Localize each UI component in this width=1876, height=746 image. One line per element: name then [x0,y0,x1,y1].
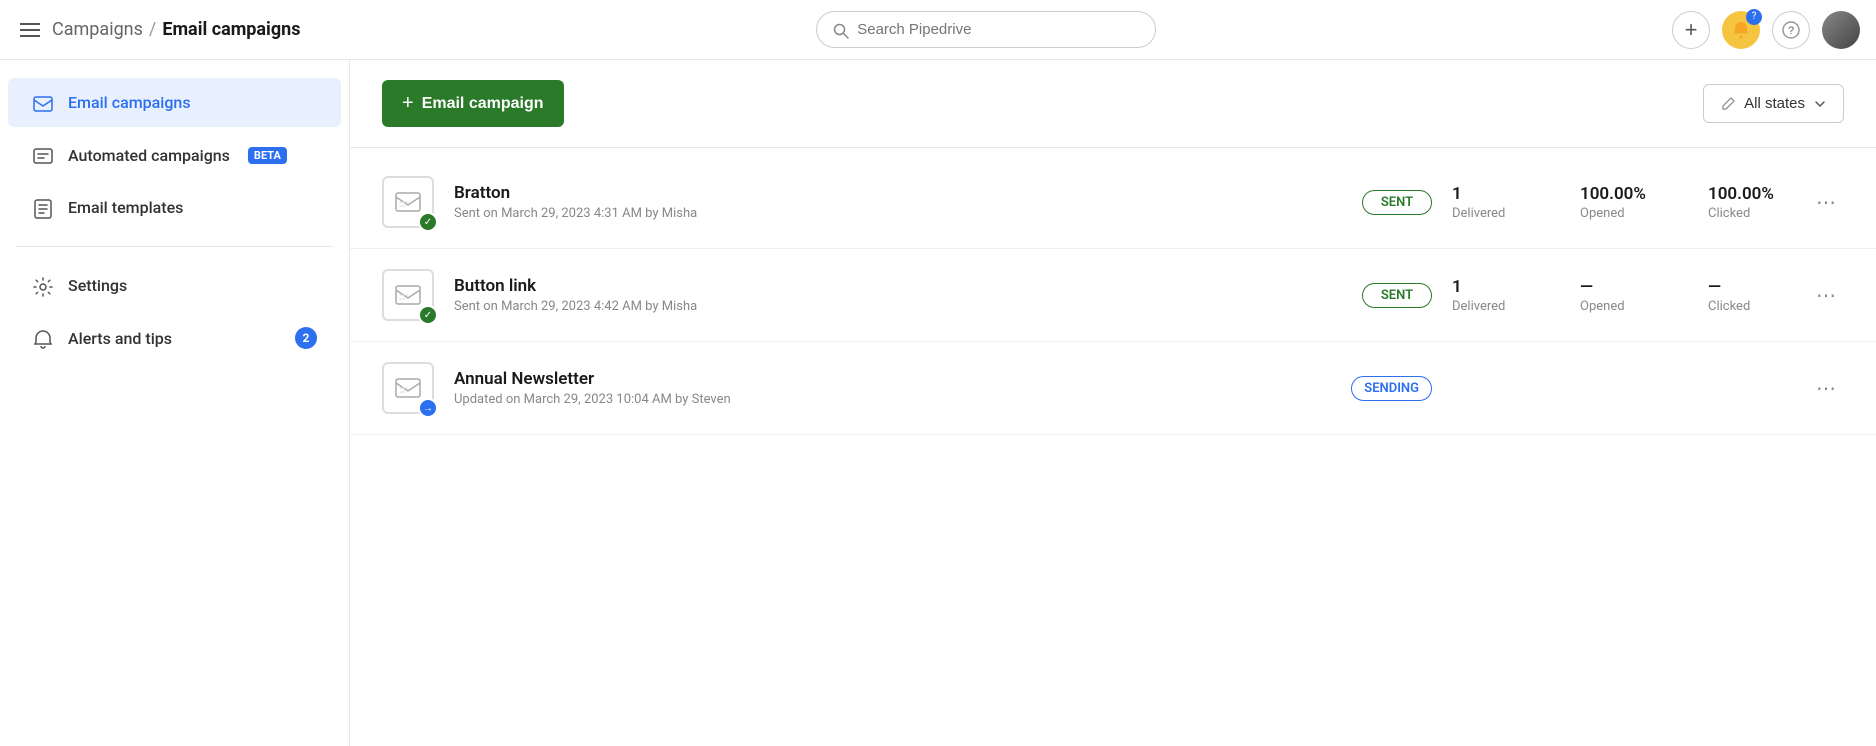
menu-icon[interactable] [16,19,44,41]
stat-opened-label: Opened [1580,206,1660,221]
breadcrumb-current: Email campaigns [162,19,300,40]
email-templates-icon [32,195,54,220]
stat-clicked: — Clicked [1708,277,1788,314]
stat-opened-value: — [1580,277,1660,297]
more-options-button[interactable]: ⋯ [1808,279,1844,312]
navbar-left: Campaigns / Email campaigns [16,19,300,41]
campaign-icon-wrap: → [382,362,434,414]
campaign-subtitle: Sent on March 29, 2023 4:31 AM by Misha [454,206,1342,221]
sidebar-item-email-campaigns[interactable]: Email campaigns [8,78,341,127]
campaign-name: Button link [454,276,1342,296]
plus-icon: + [402,92,414,115]
search-bar[interactable] [816,11,1156,48]
stat-clicked: 100.00% Clicked [1708,184,1788,221]
sidebar-alerts-label: Alerts and tips [68,329,172,348]
status-dot-sent: ✓ [418,305,438,325]
status-dot-sent: ✓ [418,212,438,232]
more-options-button[interactable]: ⋯ [1808,186,1844,219]
stat-clicked-label: Clicked [1708,206,1788,221]
sidebar-divider [16,246,333,247]
sidebar-settings-label: Settings [68,276,127,295]
chevron-down-icon [1813,95,1827,112]
navbar-actions: + ? ? [1672,11,1860,49]
svg-text:?: ? [1788,25,1794,37]
campaign-badge: SENDING [1351,376,1432,401]
settings-icon [32,273,54,298]
breadcrumb-separator: / [149,19,156,40]
edit-icon [1720,95,1736,112]
stat-delivered [1452,387,1532,389]
content-area: + Email campaign All states [350,60,1876,746]
stat-opened: 100.00% Opened [1580,184,1660,221]
sidebar-item-alerts-tips[interactable]: Alerts and tips 2 [8,314,341,363]
campaign-name: Annual Newsletter [454,369,1331,389]
filter-button[interactable]: All states [1703,84,1844,123]
campaign-info: Button link Sent on March 29, 2023 4:42 … [454,276,1342,314]
beta-badge: BETA [248,147,287,164]
add-campaign-button[interactable]: + Email campaign [382,80,564,127]
search-input[interactable] [857,21,1139,38]
automated-campaigns-icon [32,143,54,168]
add-button[interactable]: + [1672,11,1710,49]
stat-clicked-value: — [1708,277,1788,297]
status-dot-sending: → [418,398,438,418]
stat-delivered-value: 1 [1452,184,1532,204]
stat-clicked [1708,387,1788,389]
sidebar: Email campaigns Automated campaigns BETA… [0,60,350,746]
breadcrumb: Campaigns / Email campaigns [52,19,300,40]
stat-delivered-label: Delivered [1452,299,1532,314]
campaign-list: ✓ Bratton Sent on March 29, 2023 4:31 AM… [350,148,1876,746]
sidebar-email-campaigns-label: Email campaigns [68,93,191,112]
stat-delivered-label: Delivered [1452,206,1532,221]
stat-clicked-label: Clicked [1708,299,1788,314]
notification-button[interactable]: ? [1722,11,1760,49]
campaign-subtitle: Sent on March 29, 2023 4:42 AM by Misha [454,299,1342,314]
sidebar-automated-label: Automated campaigns [68,146,230,165]
stat-opened: — Opened [1580,277,1660,314]
campaign-info: Bratton Sent on March 29, 2023 4:31 AM b… [454,183,1342,221]
campaign-info: Annual Newsletter Updated on March 29, 2… [454,369,1331,407]
table-row[interactable]: ✓ Bratton Sent on March 29, 2023 4:31 AM… [350,156,1876,249]
main-layout: Email campaigns Automated campaigns BETA… [0,60,1876,746]
stat-opened [1580,387,1660,389]
help-button[interactable]: ? [1772,11,1810,49]
email-campaigns-icon [32,90,54,115]
add-campaign-label: Email campaign [422,95,544,113]
campaign-subtitle: Updated on March 29, 2023 10:04 AM by St… [454,392,1331,407]
more-options-button[interactable]: ⋯ [1808,372,1844,405]
alerts-icon [32,326,54,351]
sidebar-item-automated-campaigns[interactable]: Automated campaigns BETA [8,131,341,180]
content-header: + Email campaign All states [350,60,1876,148]
campaign-stats [1452,387,1788,389]
campaign-stats: 1 Delivered — Opened — Clicked [1452,277,1788,314]
stat-delivered: 1 Delivered [1452,184,1532,221]
notification-badge: ? [1746,9,1762,25]
sidebar-item-settings[interactable]: Settings [8,261,341,310]
navbar-center [300,11,1672,48]
stat-clicked-value: 100.00% [1708,184,1788,204]
campaign-stats: 1 Delivered 100.00% Opened 100.00% Click… [1452,184,1788,221]
search-icon [833,20,849,39]
campaign-name: Bratton [454,183,1342,203]
table-row[interactable]: ✓ Button link Sent on March 29, 2023 4:4… [350,249,1876,342]
table-row[interactable]: → Annual Newsletter Updated on March 29,… [350,342,1876,435]
navbar: Campaigns / Email campaigns + ? [0,0,1876,60]
sidebar-item-email-templates[interactable]: Email templates [8,183,341,232]
avatar[interactable] [1822,11,1860,49]
alerts-badge: 2 [295,327,317,349]
campaign-icon-wrap: ✓ [382,269,434,321]
campaign-badge: SENT [1362,190,1432,215]
stat-delivered: 1 Delivered [1452,277,1532,314]
filter-label: All states [1744,95,1805,112]
campaign-badge: SENT [1362,283,1432,308]
stat-delivered-value: 1 [1452,277,1532,297]
stat-opened-value: 100.00% [1580,184,1660,204]
breadcrumb-parent[interactable]: Campaigns [52,19,143,40]
stat-opened-label: Opened [1580,299,1660,314]
campaign-icon-wrap: ✓ [382,176,434,228]
sidebar-templates-label: Email templates [68,198,183,217]
